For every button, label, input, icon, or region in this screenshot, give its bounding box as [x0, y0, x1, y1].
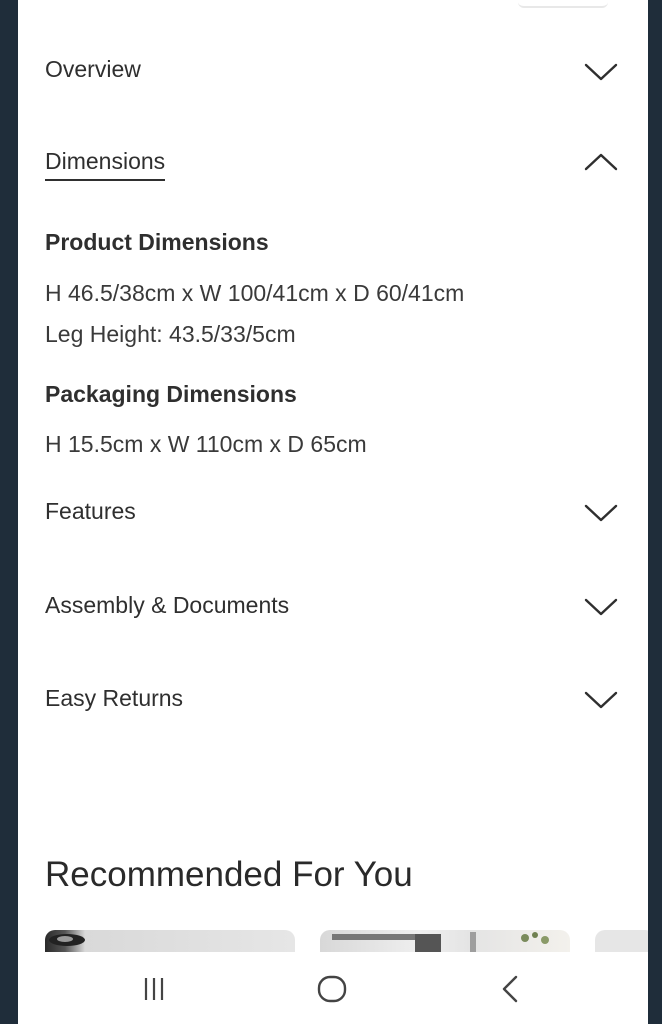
accordion-returns[interactable]: Easy Returns: [18, 668, 648, 728]
chevron-down-icon[interactable]: [583, 597, 619, 617]
product-details-screen: Overview Dimensions Product Dimensions H…: [18, 0, 648, 1024]
chevron-down-icon[interactable]: [583, 62, 619, 82]
chevron-down-icon[interactable]: [583, 690, 619, 710]
features-label: Features: [45, 498, 136, 524]
assembly-label: Assembly & Documents: [45, 592, 290, 618]
recent-apps-icon[interactable]: [134, 972, 174, 1008]
product-dimensions-value: H 46.5/38cm x W 100/41cm x D 60/41cm: [45, 280, 465, 306]
accordion-overview[interactable]: Overview: [18, 40, 648, 100]
recommended-title: Recommended For You: [45, 855, 413, 894]
accordion-assembly[interactable]: Assembly & Documents: [18, 575, 648, 635]
system-nav-bar: [18, 952, 648, 1024]
chevron-down-icon[interactable]: [583, 503, 619, 523]
back-icon[interactable]: [490, 972, 530, 1008]
leg-height-value: Leg Height: 43.5/33/5cm: [45, 321, 296, 347]
packaging-dimensions-value: H 15.5cm x W 110cm x D 65cm: [45, 431, 367, 457]
top-edge-hint: [518, 0, 608, 8]
dimensions-label: Dimensions: [45, 148, 166, 181]
packaging-dimensions-title: Packaging Dimensions: [45, 381, 297, 407]
accordion-features[interactable]: Features: [18, 482, 648, 542]
accordion-dimensions[interactable]: Dimensions: [18, 132, 648, 192]
returns-label: Easy Returns: [45, 685, 184, 711]
chevron-up-icon[interactable]: [583, 152, 619, 172]
overview-label: Overview: [45, 56, 141, 82]
product-dimensions-title: Product Dimensions: [45, 229, 269, 255]
home-icon[interactable]: [312, 972, 352, 1008]
